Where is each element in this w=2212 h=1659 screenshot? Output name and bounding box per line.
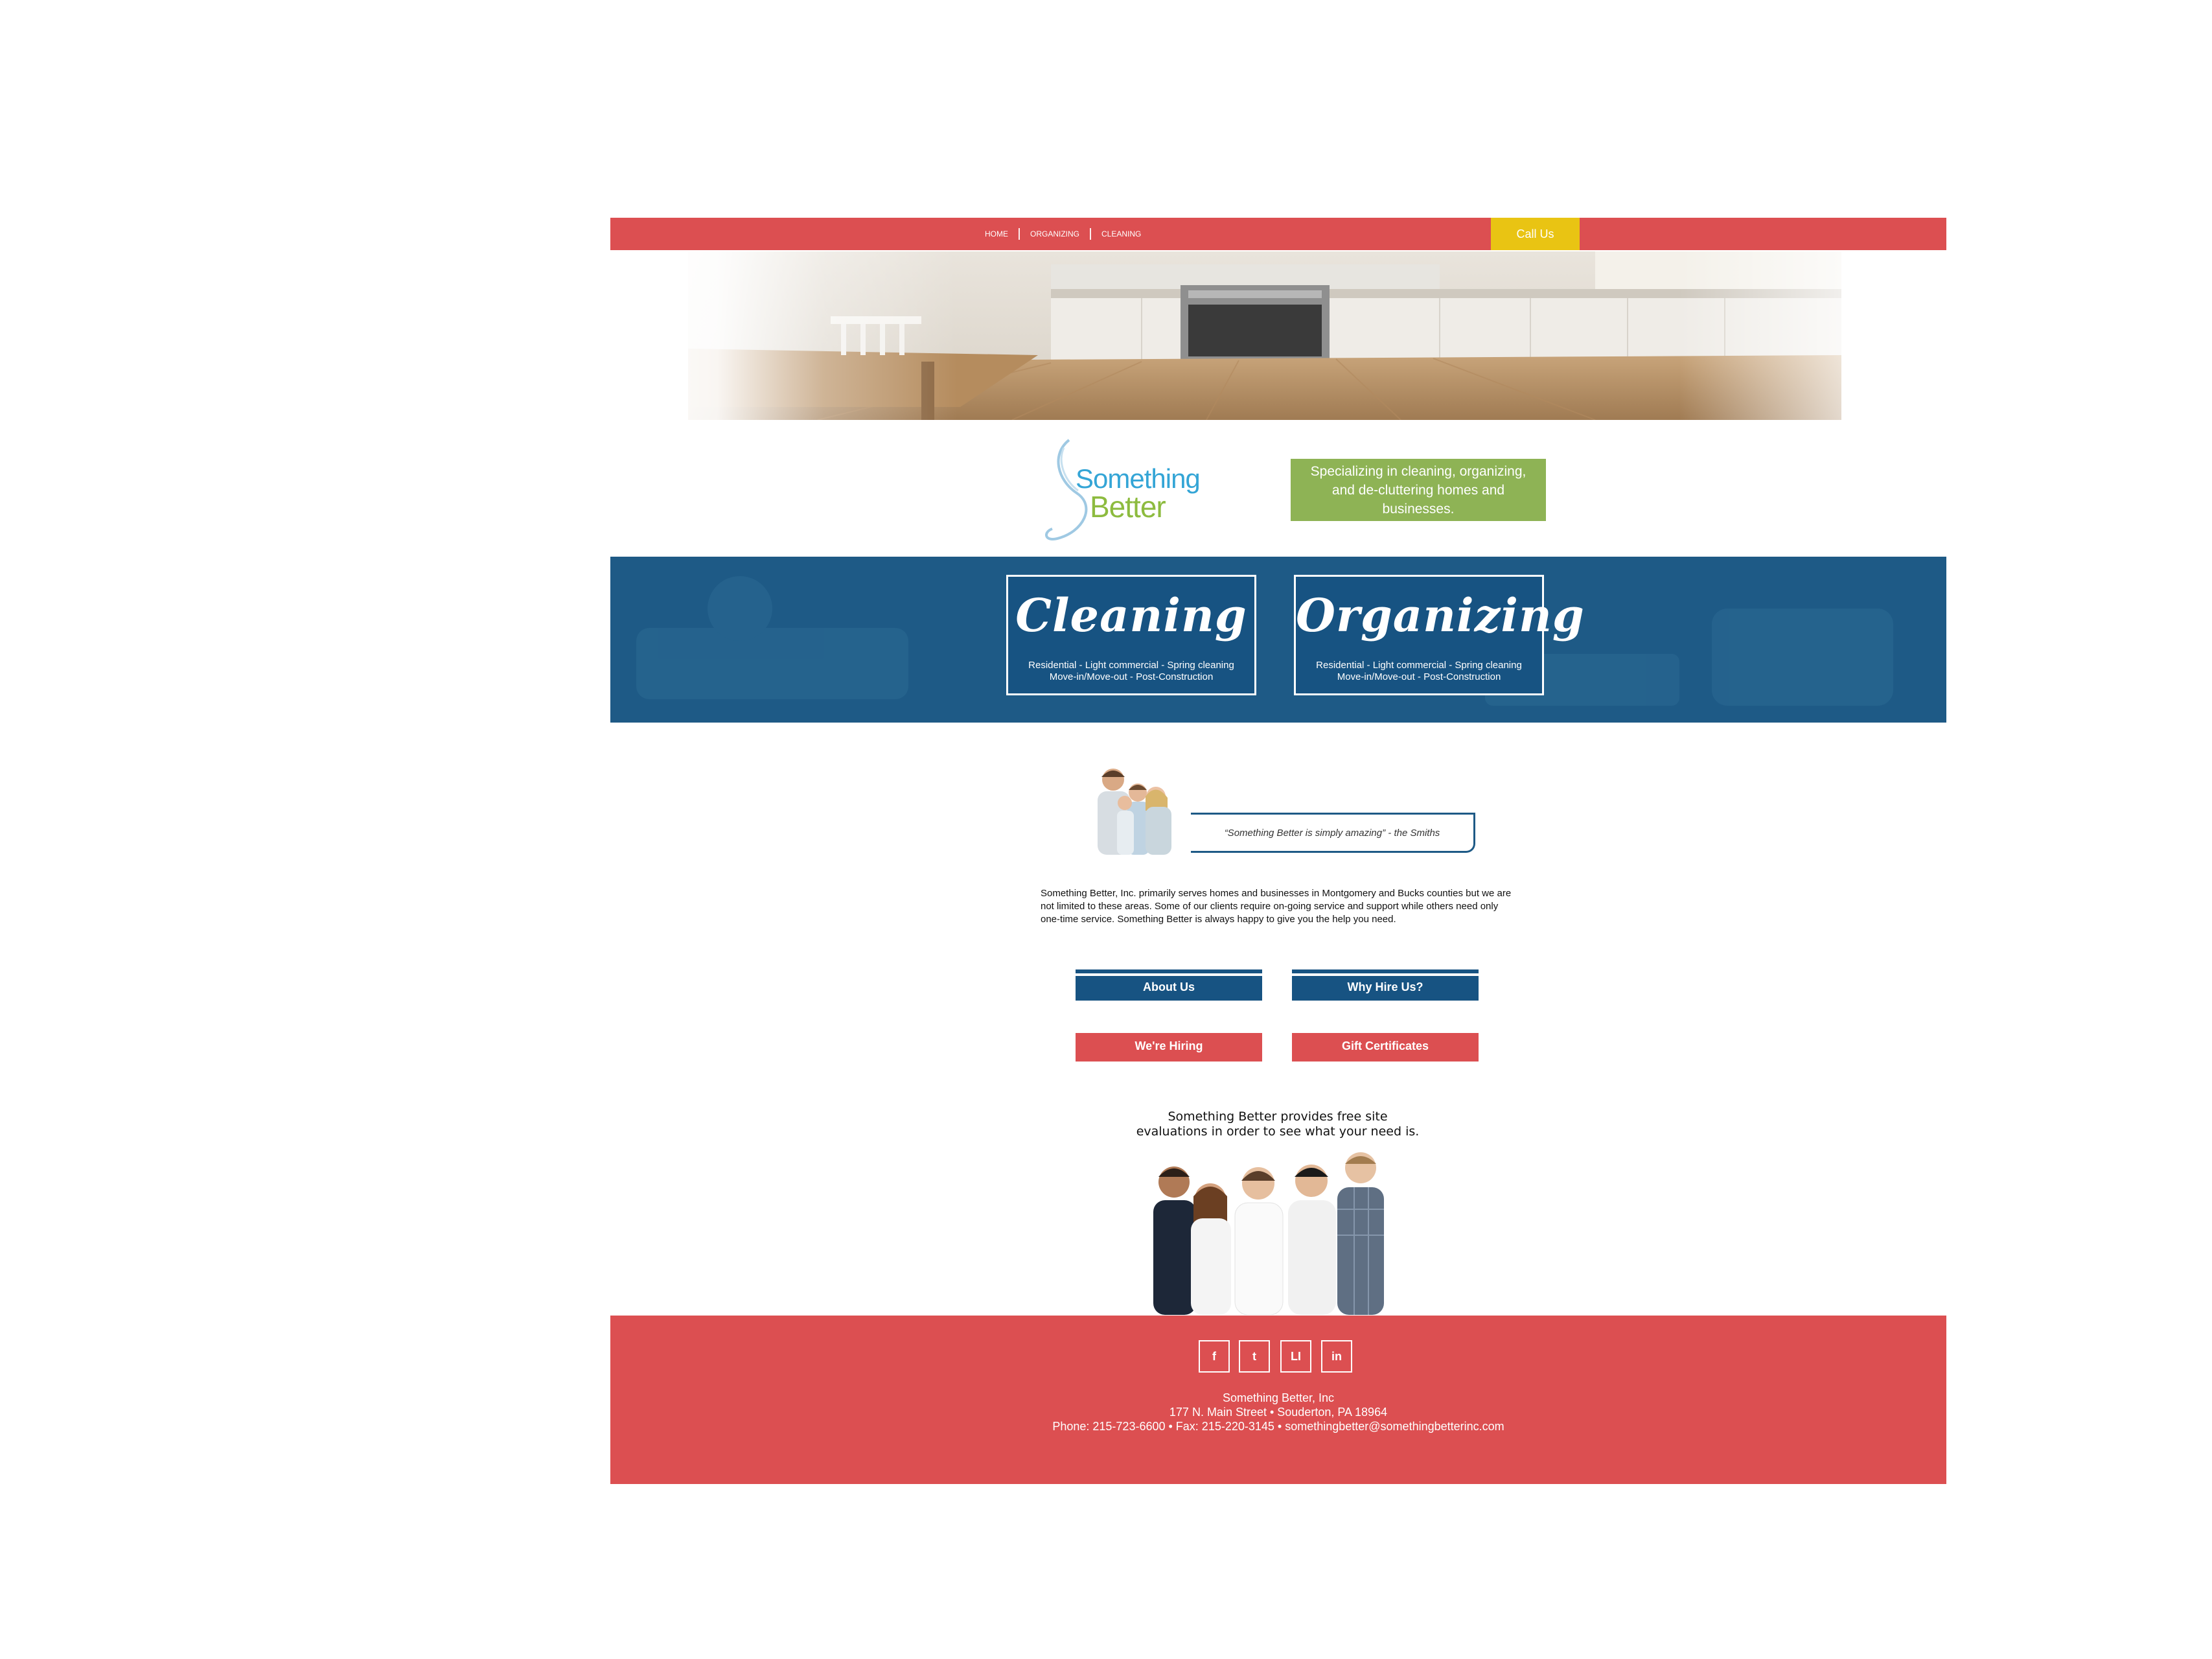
testimonial-quote-box: “Something Better is simply amazing” - t… xyxy=(1191,813,1475,853)
linkedin-in-icon[interactable]: in xyxy=(1321,1340,1352,1373)
top-nav: HOME ORGANIZING CLEANING Call Us xyxy=(610,218,1946,250)
nav-cleaning-link[interactable]: CLEANING xyxy=(1091,229,1151,238)
organizing-description: Residential - Light commercial - Spring … xyxy=(1296,660,1542,683)
were-hiring-button[interactable]: We're Hiring xyxy=(1076,1030,1262,1062)
organizing-desc-line2: Move-in/Move-out - Post-Construction xyxy=(1337,671,1501,682)
about-us-button[interactable]: About Us xyxy=(1076,969,1262,1001)
facebook-icon[interactable]: f xyxy=(1199,1340,1230,1373)
something-better-logo[interactable]: Something Better xyxy=(1038,435,1206,548)
nav-organizing-link[interactable]: ORGANIZING xyxy=(1020,229,1090,238)
services-banner: Cleaning Residential - Light commercial … xyxy=(610,557,1946,723)
why-hire-us-button[interactable]: Why Hire Us? xyxy=(1292,969,1479,1001)
family-photo xyxy=(1073,760,1193,855)
living-room-background xyxy=(610,557,1946,723)
twitter-icon[interactable]: t xyxy=(1239,1340,1270,1373)
footer-contact-info: Something Better, Inc 177 N. Main Street… xyxy=(610,1391,1946,1433)
about-paragraph: Something Better, Inc. primarily serves … xyxy=(1041,888,1512,925)
footer: f t LI in Something Better, Inc 177 N. M… xyxy=(610,1316,1946,1484)
logo-text-better: Better xyxy=(1090,490,1166,524)
organizing-title: Organizing xyxy=(1296,588,1585,642)
hero-kitchen-image xyxy=(610,251,1946,420)
cleaning-title: Cleaning xyxy=(1015,588,1247,642)
nav-home-link[interactable]: HOME xyxy=(974,229,1019,238)
page: HOME ORGANIZING CLEANING Call Us Somethi… xyxy=(610,218,1946,1484)
nav-links: HOME ORGANIZING CLEANING xyxy=(974,218,1151,250)
footer-contact[interactable]: Phone: 215-723-6600 • Fax: 215-220-3145 … xyxy=(610,1419,1946,1433)
tagline-box: Specializing in cleaning, organizing, an… xyxy=(1291,459,1546,521)
nav-divider xyxy=(1090,228,1092,240)
organizing-desc-line1: Residential - Light commercial - Spring … xyxy=(1316,660,1522,671)
nav-divider xyxy=(1019,228,1020,240)
cleaning-desc-line1: Residential - Light commercial - Spring … xyxy=(1028,660,1234,671)
footer-company: Something Better, Inc xyxy=(1222,1391,1335,1404)
tagline-text: Specializing in cleaning, organizing, an… xyxy=(1310,463,1527,516)
testimonial-quote: “Something Better is simply amazing” - t… xyxy=(1224,827,1440,839)
linkedin-icon[interactable]: LI xyxy=(1280,1340,1311,1373)
eval-line2: evaluations in order to see what your ne… xyxy=(1136,1124,1420,1139)
cleaning-description: Residential - Light commercial - Spring … xyxy=(1008,660,1254,683)
call-us-button[interactable]: Call Us xyxy=(1491,218,1580,250)
organizing-service-card[interactable]: Organizing Residential - Light commercia… xyxy=(1294,575,1585,695)
hero-fade-overlay xyxy=(610,251,1946,420)
site-evaluation-text: Something Better provides free site eval… xyxy=(1038,1109,1517,1139)
cleaning-service-card[interactable]: Cleaning Residential - Light commercial … xyxy=(1006,575,1256,695)
eval-line1: Something Better provides free site xyxy=(1168,1109,1388,1124)
footer-address: 177 N. Main Street • Souderton, PA 18964 xyxy=(1169,1406,1388,1419)
gift-certificates-button[interactable]: Gift Certificates xyxy=(1292,1030,1479,1062)
team-photo xyxy=(1134,1151,1424,1315)
cleaning-desc-line2: Move-in/Move-out - Post-Construction xyxy=(1049,671,1214,682)
